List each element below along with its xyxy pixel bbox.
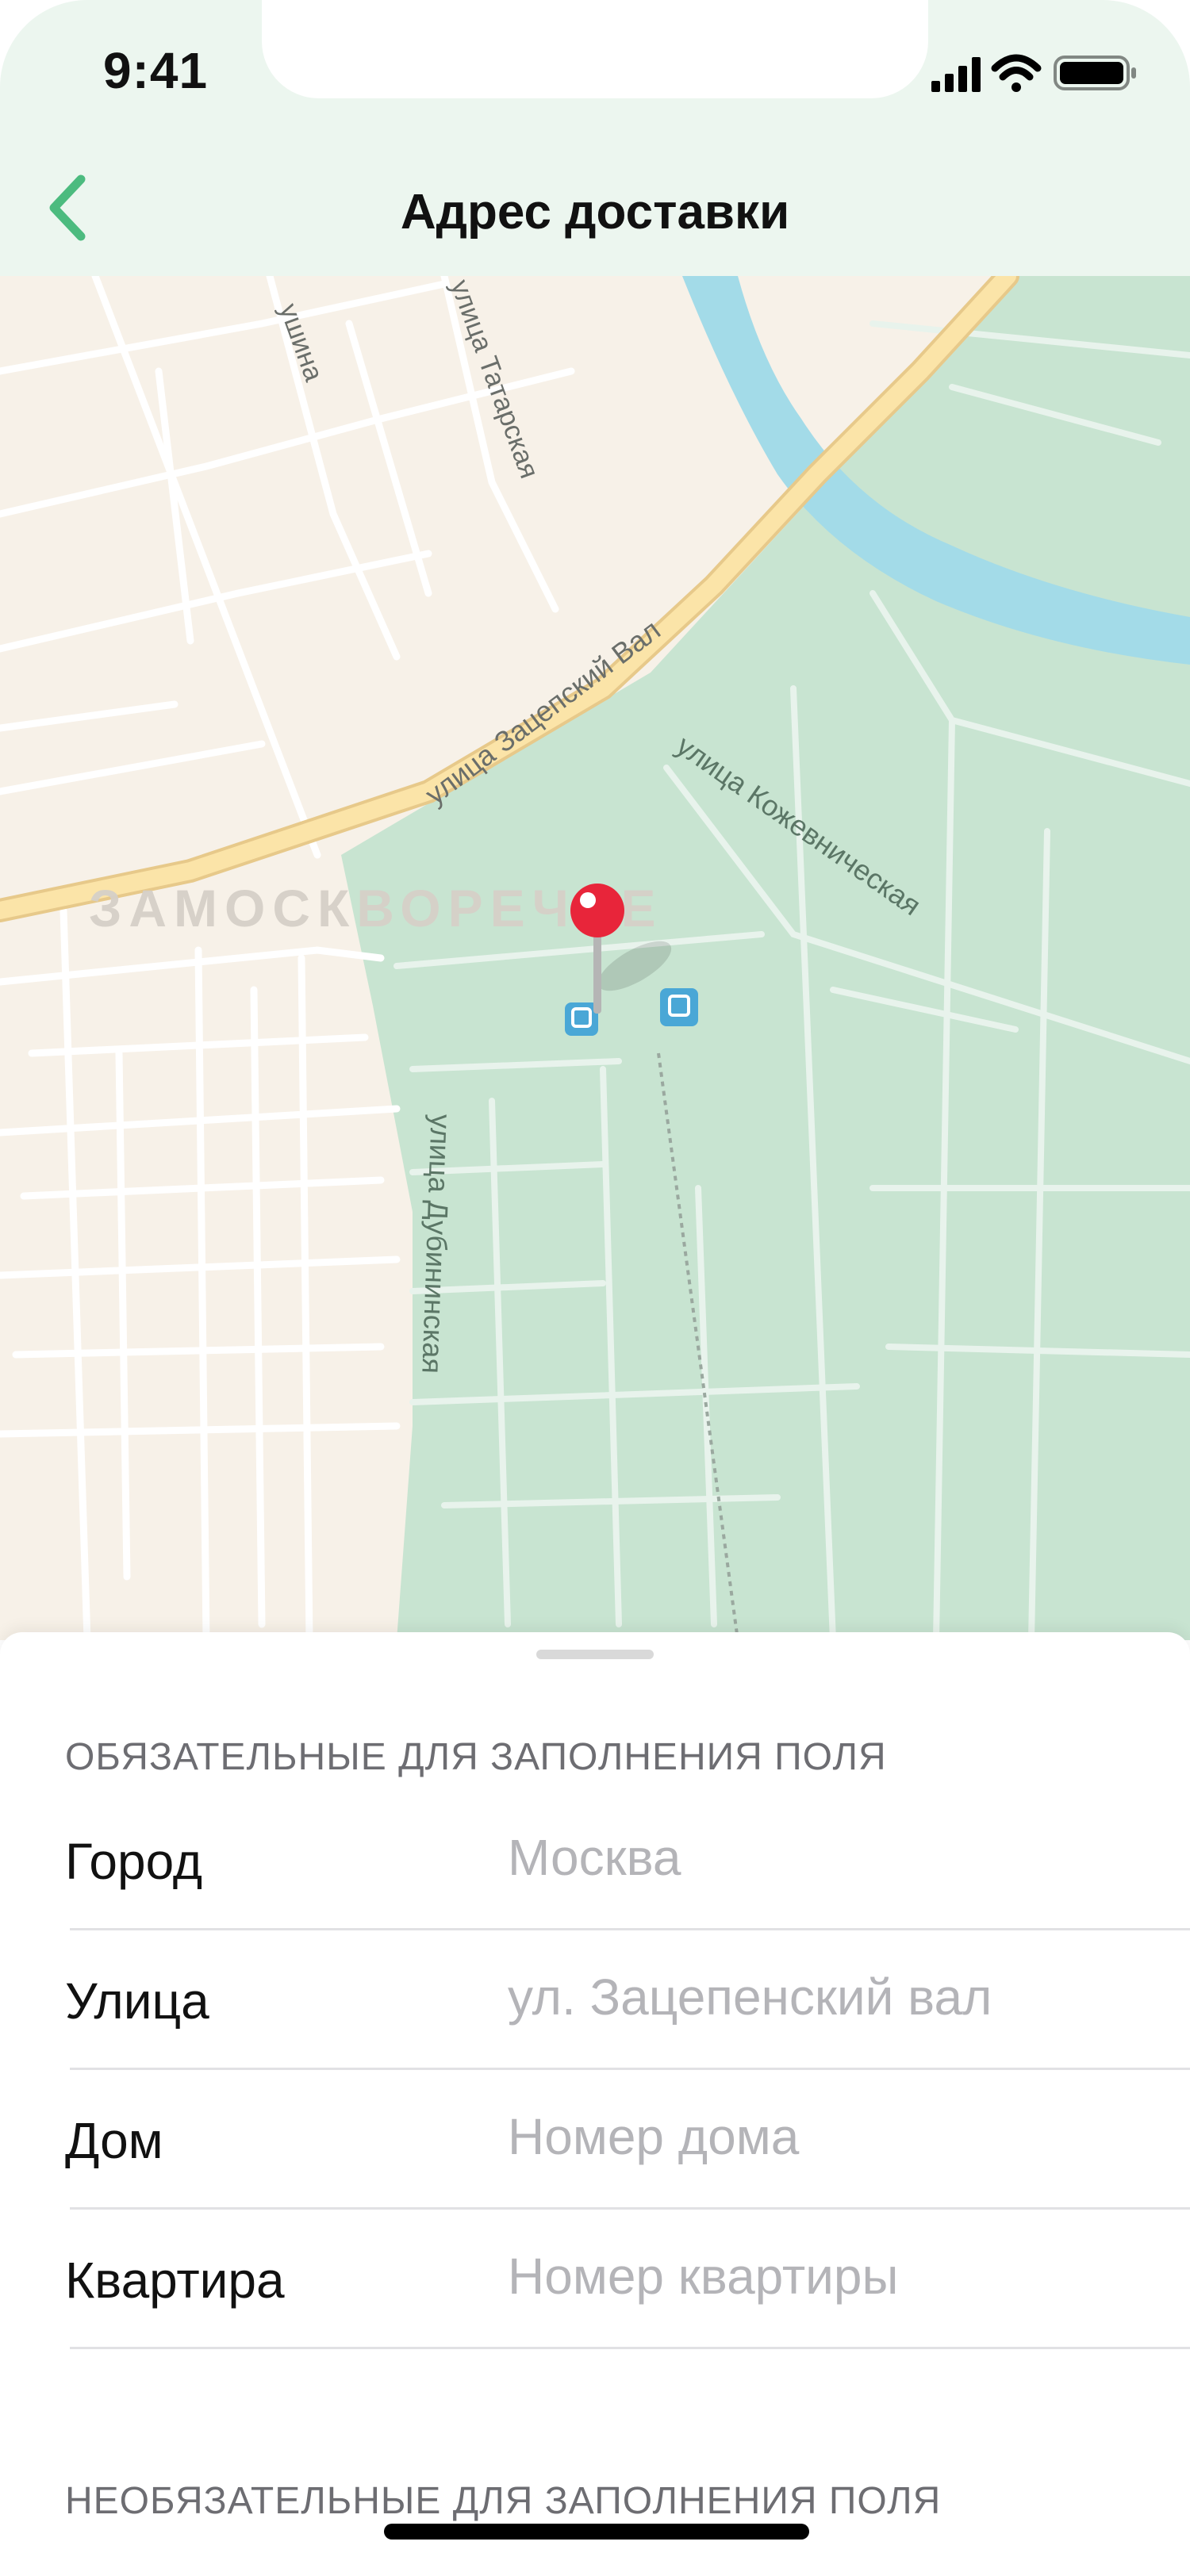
header: 9:41 Адрес доставки — [0, 0, 1190, 276]
required-section-header: ОБЯЗАТЕЛЬНЫЕ ДЛЯ ЗАПОЛНЕНИЯ ПОЛЯ — [65, 1736, 887, 1778]
field-label: Улица — [65, 1972, 209, 2030]
city-input[interactable] — [508, 1819, 1158, 1896]
bus-stop-icon — [565, 1002, 598, 1036]
divider — [70, 2347, 1190, 2349]
field-label: Город — [65, 1833, 203, 1890]
status-time: 9:41 — [103, 42, 209, 99]
field-label: Дом — [65, 2112, 163, 2169]
sheet-grabber[interactable] — [536, 1650, 654, 1659]
field-label: Квартира — [65, 2252, 285, 2309]
street-input[interactable] — [508, 1959, 1158, 2035]
battery-icon — [1054, 56, 1136, 90]
field-row-apartment: Квартира — [0, 2210, 1190, 2349]
page-title: Адрес доставки — [400, 185, 790, 240]
field-row-city: Город — [0, 1791, 1190, 1930]
map-view[interactable]: ушина улица Татарская улица Зацепский Ва… — [0, 276, 1190, 1640]
optional-section-header: НЕОБЯЗАТЕЛЬНЫЕ ДЛЯ ЗАПОЛНЕНИЯ ПОЛЯ — [65, 2480, 942, 2522]
field-row-house: Дом — [0, 2070, 1190, 2210]
wifi-icon — [991, 54, 1042, 92]
device-notch — [262, 0, 928, 98]
house-number-input[interactable] — [508, 2099, 1158, 2175]
home-indicator[interactable] — [384, 2524, 809, 2540]
signal-icon — [931, 57, 981, 92]
status-icons — [931, 54, 1136, 92]
apartment-input[interactable] — [508, 2238, 1158, 2314]
address-form-sheet: ОБЯЗАТЕЛЬНЫЕ ДЛЯ ЗАПОЛНЕНИЯ ПОЛЯ Город У… — [0, 1632, 1190, 2576]
tram-stop-icon — [660, 988, 698, 1026]
field-row-street: Улица — [0, 1930, 1190, 2070]
